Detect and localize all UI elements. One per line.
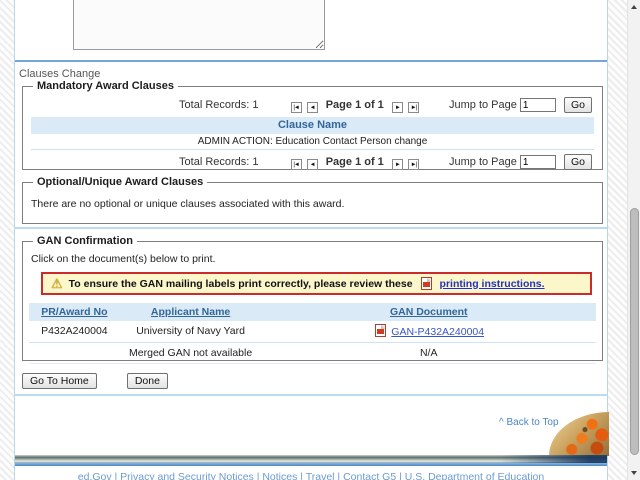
printing-instructions-link[interactable]: printing instructions. [440,278,545,290]
applicant-name-cell: Merged GAN not available [120,342,262,363]
gan-document-cell: N/A [261,342,596,363]
page-status: Page 1 of 1 [326,156,384,168]
page-content: Clauses Change Mandatory Award Clauses T… [14,0,608,480]
go-button[interactable]: Go [564,154,592,170]
pdf-icon [421,277,432,290]
gan-confirmation-fieldset: GAN Confirmation Click on the document(s… [22,235,603,361]
divider [15,394,607,396]
total-records-label: Total Records: 1 [179,99,258,111]
done-button[interactable]: Done [127,373,168,389]
pr-award-no-cell: P432A240004 [29,321,120,342]
mandatory-award-clauses-fieldset: Mandatory Award Clauses Total Records: 1… [22,80,603,170]
comments-textarea[interactable] [73,0,325,50]
first-page-icon[interactable]: |◄ [291,102,302,113]
footer-legal-text: ed.Gov | Privacy and Security Notices | … [15,471,607,480]
clauses-change-label: Clauses Change [19,68,100,80]
footer-blue-line [15,463,607,466]
go-to-home-button[interactable]: Go To Home [22,373,97,389]
divider [15,227,607,229]
prev-page-icon[interactable]: ◄ [307,102,318,113]
pdf-icon [375,324,386,337]
action-buttons: Go To Home Done [22,373,168,389]
jump-to-page-input[interactable] [520,155,556,169]
page-status: Page 1 of 1 [326,99,384,111]
scrollbar-down-button[interactable] [628,466,640,480]
pr-award-no-header[interactable]: PR/Award No [29,303,120,321]
table-row: P432A240004 University of Navy Yard GAN-… [29,321,596,342]
jump-to-page-label: Jump to Page [449,156,517,168]
footer-bar [15,455,607,463]
prev-page-icon[interactable]: ◄ [307,159,318,170]
back-to-top-link[interactable]: ^ Back to Top [499,417,559,428]
arrow-down-icon [631,471,637,475]
last-page-icon[interactable]: ►| [408,102,419,113]
scrollbar-up-button[interactable] [628,0,640,14]
gan-confirmation-legend: GAN Confirmation [33,235,137,247]
optional-unique-clauses-fieldset: Optional/Unique Award Clauses There are … [22,176,603,224]
print-instruction-text: Click on the document(s) below to print. [29,249,596,265]
applicant-name-header[interactable]: Applicant Name [120,303,262,321]
printing-warning-banner: ⚠ To ensure the GAN mailing labels print… [41,272,592,295]
arrow-up-icon [631,5,637,9]
gan-document-link[interactable]: GAN-P432A240004 [391,326,484,338]
applicant-name-cell: University of Navy Yard [120,321,262,342]
divider [15,60,607,62]
no-optional-clauses-message: There are no optional or unique clauses … [29,190,596,214]
gan-document-cell: GAN-P432A240004 [261,321,596,342]
last-page-icon[interactable]: ►| [408,159,419,170]
gan-document-header[interactable]: GAN Document [261,303,596,321]
scrollbar-thumb[interactable] [630,208,639,455]
optional-unique-clauses-legend: Optional/Unique Award Clauses [33,176,207,188]
first-page-icon[interactable]: |◄ [291,159,302,170]
total-records-label: Total Records: 1 [179,156,258,168]
next-page-icon[interactable]: ► [392,102,403,113]
clause-table: Clause Name ADMIN ACTION: Education Cont… [31,117,594,150]
jump-to-page-input[interactable] [520,98,556,112]
table-row: Merged GAN not available N/A [29,342,596,363]
pr-award-no-cell [29,342,120,363]
gan-document-table: PR/Award No Applicant Name GAN Document … [29,303,596,364]
vertical-scrollbar[interactable] [627,0,640,480]
go-button[interactable]: Go [564,97,592,113]
warning-icon: ⚠ [51,277,63,290]
clause-name-header: Clause Name [31,117,594,134]
jump-to-page-label: Jump to Page [449,99,517,111]
pagination-top: Total Records: 1 |◄ ◄ Page 1 of 1 ► ►| J… [29,94,596,115]
mandatory-award-clauses-legend: Mandatory Award Clauses [33,80,178,92]
clause-row: ADMIN ACTION: Education Contact Person c… [31,134,594,150]
pagination-bottom: Total Records: 1 |◄ ◄ Page 1 of 1 ► ►| J… [29,151,596,172]
warning-text: To ensure the GAN mailing labels print c… [69,278,413,290]
next-page-icon[interactable]: ► [392,159,403,170]
